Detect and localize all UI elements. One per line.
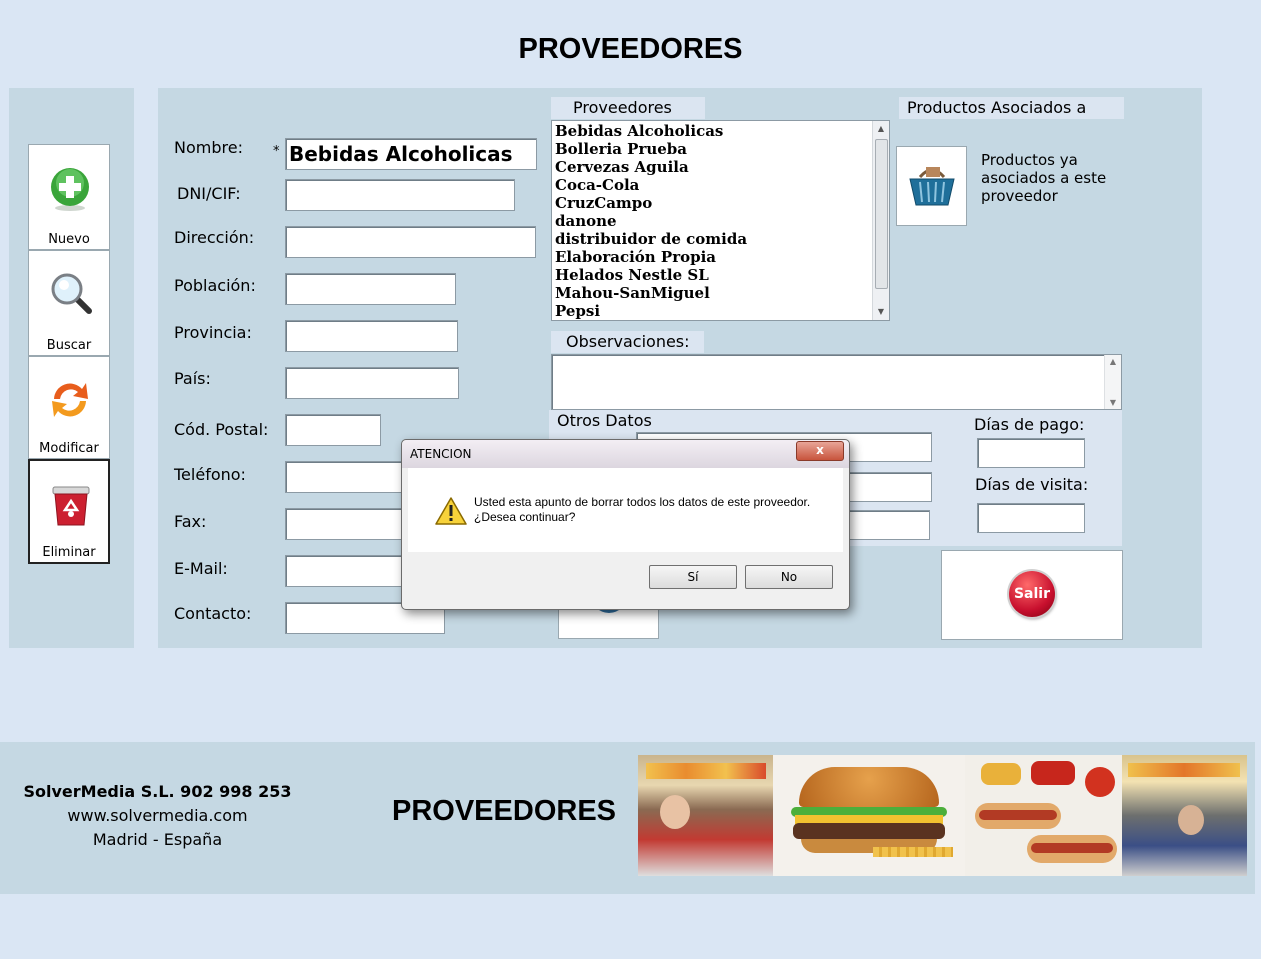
proveedor-list-item[interactable]: Bebidas Alcoholicas: [552, 122, 889, 140]
otros-datos-header: Otros Datos: [557, 411, 652, 430]
scroll-down-arrow-icon[interactable]: ▼: [1105, 398, 1121, 407]
yes-button[interactable]: Sí: [649, 565, 737, 589]
footer-company: SolverMedia S.L. 902 998 253: [23, 782, 292, 801]
observaciones-field[interactable]: ▲ ▼: [551, 354, 1122, 410]
observaciones-scrollbar[interactable]: ▲ ▼: [1104, 355, 1121, 409]
fax-label: Fax:: [174, 512, 207, 531]
email-label: E-Mail:: [174, 559, 228, 578]
search-icon: [51, 273, 92, 314]
dialog-message-line: ¿Desea continuar?: [474, 510, 576, 524]
dias-pago-label: Días de pago:: [974, 415, 1085, 434]
direccion-field[interactable]: [285, 226, 536, 258]
dias-visita-label: Días de visita:: [975, 475, 1089, 494]
productos-caption-line: asociados a este: [981, 169, 1107, 187]
productos-caption: Productos ya asociados a este proveedor: [981, 151, 1106, 205]
dias-pago-field[interactable]: [977, 438, 1085, 468]
proveedor-list-item[interactable]: Mahou-SanMiguel: [552, 284, 889, 302]
refresh-icon: [52, 383, 88, 417]
dias-visita-field[interactable]: [977, 503, 1085, 533]
proveedor-list-item[interactable]: Pepsi: [552, 302, 889, 320]
required-mark: *: [273, 144, 280, 159]
page-title: PROVEEDORES: [518, 33, 743, 65]
dialog-titlebar: ATENCION x: [402, 440, 849, 468]
cod-postal-label: Cód. Postal:: [174, 420, 269, 439]
dni-field[interactable]: [285, 179, 515, 211]
dialog-message: Usted esta apunto de borrar todos los da…: [474, 495, 810, 525]
search-button-label: Buscar: [46, 338, 92, 353]
observaciones-header: Observaciones:: [551, 331, 704, 353]
confirm-dialog: ATENCION x Usted esta apunto de borrar t…: [401, 439, 850, 610]
provincia-field[interactable]: [285, 320, 458, 352]
footer-website[interactable]: www.solvermedia.com: [20, 806, 295, 825]
dialog-message-line: Usted esta apunto de borrar todos los da…: [474, 495, 811, 509]
new-button-label: Nuevo: [48, 232, 90, 247]
proveedor-list-item[interactable]: Elaboración Propia: [552, 248, 889, 266]
productos-button[interactable]: [896, 146, 967, 226]
direccion-label: Dirección:: [174, 228, 255, 247]
salir-label: Salir: [1009, 571, 1055, 617]
footer-location: Madrid - España: [92, 830, 223, 849]
nombre-label: Nombre:: [174, 138, 243, 157]
hotdogs-image: [965, 755, 1122, 876]
contacto-label: Contacto:: [174, 604, 252, 623]
proveedor-list-item[interactable]: CruzCampo: [552, 194, 889, 212]
scroll-up-arrow-icon[interactable]: ▲: [1105, 357, 1121, 366]
dialog-title: ATENCION: [410, 447, 472, 461]
productos-caption-line: Productos ya: [981, 151, 1078, 169]
restaurant-kitchen-image: [1122, 755, 1247, 876]
nombre-field[interactable]: Bebidas Alcoholicas: [285, 138, 537, 170]
proveedores-scrollbar[interactable]: ▲ ▼: [872, 121, 889, 320]
proveedor-list-item[interactable]: Helados Nestle SL: [552, 266, 889, 284]
dialog-body: Usted esta apunto de borrar todos los da…: [408, 468, 843, 552]
proveedor-list-item[interactable]: danone: [552, 212, 889, 230]
modify-button[interactable]: Modificar: [28, 356, 110, 459]
pais-field[interactable]: [285, 367, 459, 399]
provincia-label: Provincia:: [174, 323, 252, 342]
dni-label: DNI/CIF:: [177, 184, 241, 203]
cod-postal-field[interactable]: [285, 414, 381, 446]
proveedores-listbox[interactable]: Bebidas Alcoholicas Bolleria Prueba Cervez…: [551, 120, 890, 321]
recycle-bin-icon: [52, 486, 90, 526]
warning-icon: [435, 497, 467, 525]
pais-label: País:: [174, 369, 211, 388]
telefono-label: Teléfono:: [174, 465, 246, 484]
delete-button-label: Eliminar: [42, 545, 96, 560]
scroll-down-arrow-icon[interactable]: ▼: [873, 304, 889, 320]
proveedores-header: Proveedores: [551, 97, 705, 119]
proveedor-list-item[interactable]: Bolleria Prueba: [552, 140, 889, 158]
footer-title: PROVEEDORES: [392, 795, 616, 827]
productos-header: Productos Asociados a: [899, 97, 1124, 119]
proveedor-list-item[interactable]: Cervezas Aguila: [552, 158, 889, 176]
dialog-close-icon[interactable]: x: [796, 441, 844, 461]
restaurant-staff-image: [638, 755, 773, 876]
proveedor-list-item[interactable]: Coca-Cola: [552, 176, 889, 194]
poblacion-label: Población:: [174, 276, 256, 295]
search-button[interactable]: Buscar: [28, 250, 110, 356]
no-button[interactable]: No: [745, 565, 833, 589]
scroll-thumb[interactable]: [875, 139, 888, 289]
delete-button[interactable]: Eliminar: [28, 459, 110, 564]
burger-image: [773, 755, 965, 876]
exit-button[interactable]: Salir: [941, 550, 1123, 640]
basket-icon: [909, 167, 955, 206]
scroll-up-arrow-icon[interactable]: ▲: [873, 121, 889, 137]
proveedor-list-item[interactable]: distribuidor de comida: [552, 230, 889, 248]
productos-caption-line: proveedor: [981, 187, 1058, 205]
add-icon: [51, 168, 89, 211]
modify-button-label: Modificar: [39, 441, 99, 456]
poblacion-field[interactable]: [285, 273, 456, 305]
new-button[interactable]: Nuevo: [28, 144, 110, 250]
